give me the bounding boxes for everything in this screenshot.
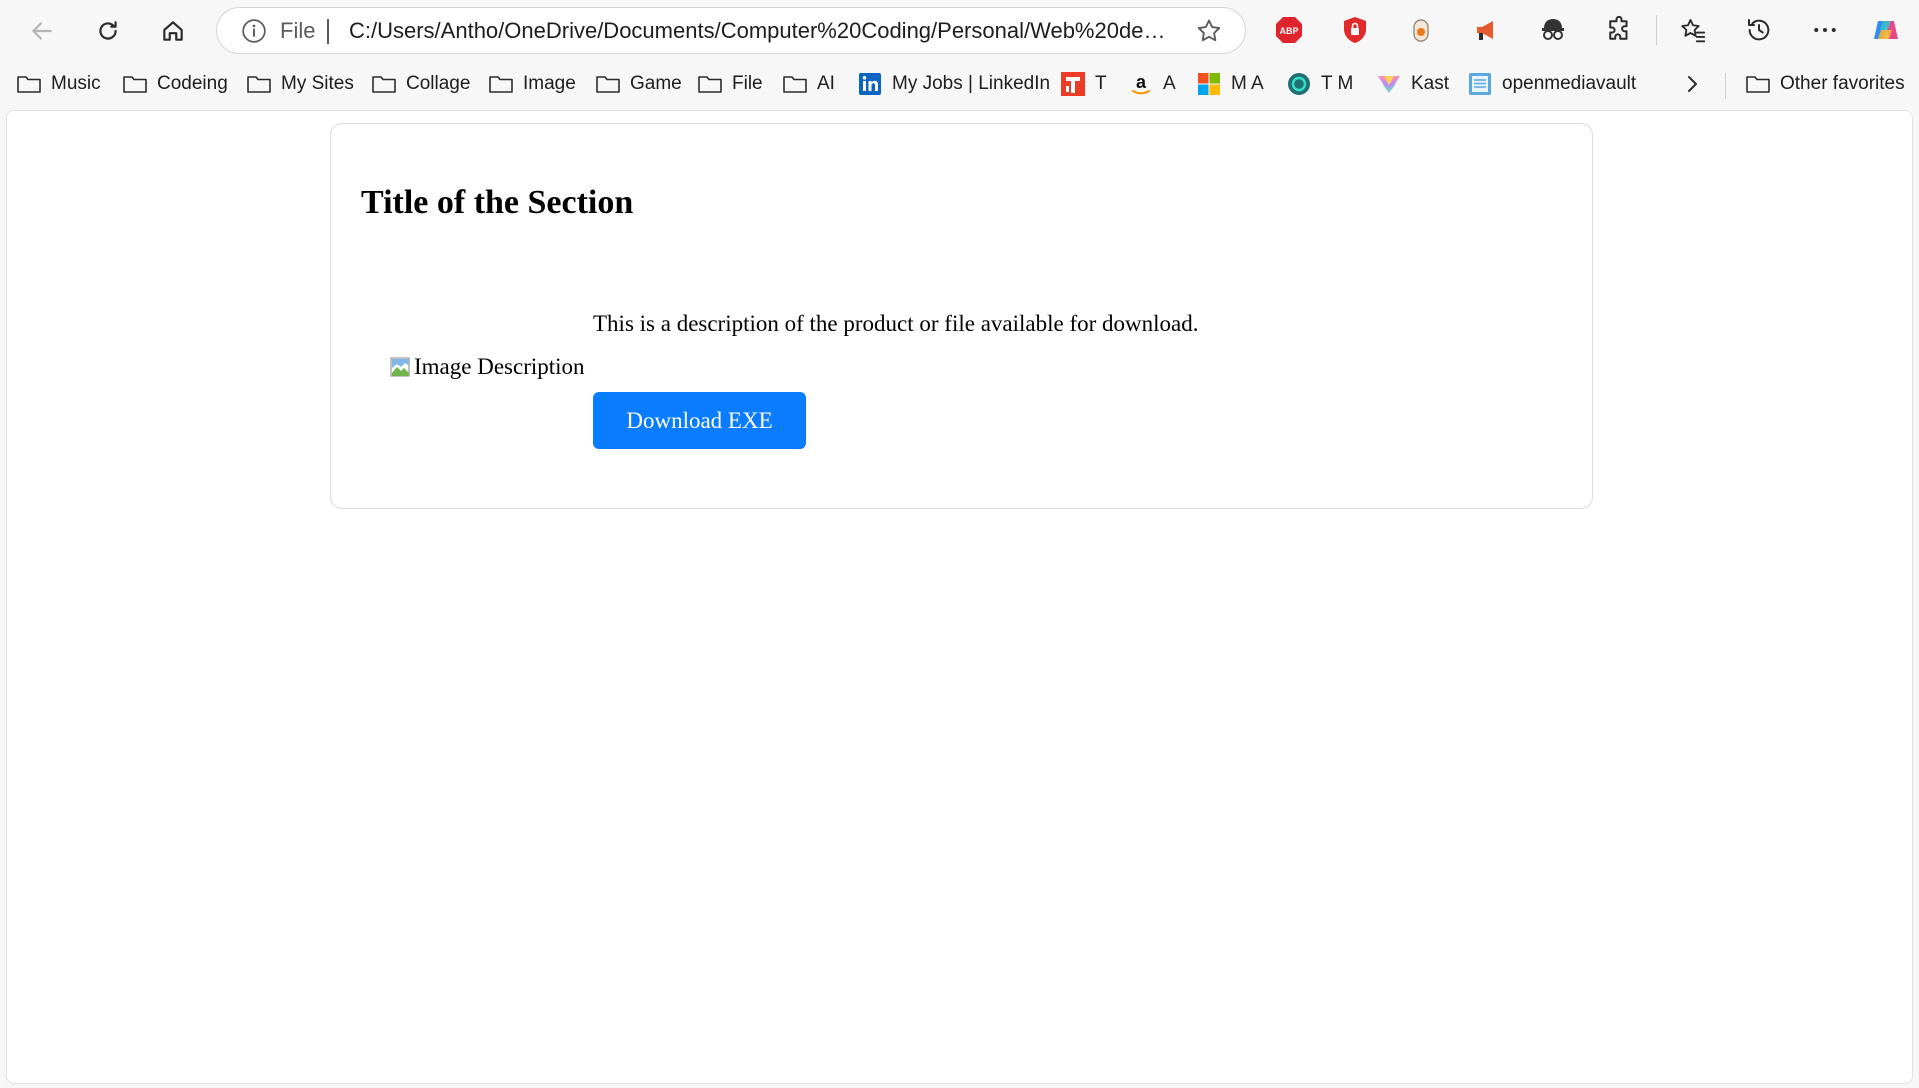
t-logo-icon: [1060, 72, 1086, 96]
home-button[interactable]: [153, 11, 193, 51]
section-card: Title of the Section This is a descripti…: [330, 123, 1593, 509]
favorite-openmediavault[interactable]: openmediavault: [1467, 68, 1636, 100]
linkedin-icon: [857, 72, 883, 96]
spy-extension[interactable]: [1536, 13, 1570, 47]
folder-icon: [782, 72, 808, 96]
more-button[interactable]: [1808, 13, 1842, 47]
favorite-amazon[interactable]: a A: [1128, 68, 1176, 100]
folder-icon: [371, 72, 397, 96]
refresh-button[interactable]: [88, 11, 128, 51]
favorite-label: Image: [523, 73, 576, 94]
broken-image-icon: [390, 357, 410, 377]
folder-icon: [122, 72, 148, 96]
info-icon[interactable]: [241, 18, 267, 44]
folder-icon: [595, 72, 621, 96]
spy-glasses-icon: [1542, 19, 1564, 40]
image-alt-text: Image Description: [414, 354, 585, 379]
toolbar-divider: [1656, 15, 1657, 45]
megaphone-icon: [1477, 21, 1493, 40]
favorite-linkedin[interactable]: My Jobs | LinkedIn: [857, 68, 1050, 100]
favorite-kast[interactable]: Kast: [1376, 68, 1449, 100]
svg-text:a: a: [1136, 72, 1147, 92]
folder-icon: [16, 72, 42, 96]
address-scheme-label: File: [280, 18, 316, 43]
history-button[interactable]: [1742, 13, 1776, 47]
back-arrow-icon: [32, 22, 52, 40]
amazon-icon: a: [1128, 72, 1154, 96]
history-icon: [1748, 19, 1770, 41]
favorite-label: A: [1163, 73, 1176, 94]
favorites-star-icon: [1681, 19, 1706, 43]
favorite-label: Collage: [406, 73, 471, 94]
favorite-game[interactable]: Game: [595, 68, 682, 100]
adblock-label: ABP: [1279, 26, 1298, 36]
favorite-collage[interactable]: Collage: [371, 68, 470, 100]
favorite-microsoft[interactable]: M A: [1196, 68, 1264, 100]
folder-icon: [246, 72, 272, 96]
other-favorites-label: Other favorites: [1780, 73, 1905, 94]
shield-extension[interactable]: [1338, 13, 1372, 47]
chevron-right-icon: [1688, 76, 1697, 92]
refresh-icon: [99, 21, 117, 40]
favorite-codeing[interactable]: Codeing: [122, 68, 228, 100]
favorite-my-sites[interactable]: My Sites: [246, 68, 354, 100]
favorite-music[interactable]: Music: [16, 68, 101, 100]
tm-logo-icon: [1286, 72, 1312, 96]
jar-icon: [1413, 19, 1429, 42]
extensions-button[interactable]: [1602, 13, 1636, 47]
folder-icon: [1745, 72, 1771, 96]
download-button[interactable]: Download EXE: [593, 392, 806, 449]
favorite-t[interactable]: T: [1060, 68, 1107, 100]
favorites-button[interactable]: [1676, 13, 1710, 47]
microsoft-icon: [1196, 72, 1222, 96]
address-url[interactable]: C:/Users/Antho/OneDrive/Documents/Comput…: [349, 18, 1171, 44]
omv-icon: [1467, 72, 1493, 96]
copilot-icon: [1874, 21, 1898, 39]
folder-icon: [488, 72, 514, 96]
favorite-label: Game: [630, 73, 682, 94]
adblock-icon: ABP: [1276, 17, 1302, 43]
address-bar[interactable]: File C:/Users/Antho/OneDrive/Documents/C…: [216, 7, 1246, 54]
other-favorites[interactable]: Other favorites: [1745, 68, 1905, 100]
favorites-bar: Music Codeing My Sites Collage Image Gam…: [0, 61, 1919, 107]
favorite-label: Codeing: [157, 73, 228, 94]
more-dots-icon: [1814, 28, 1836, 32]
section-title: Title of the Section: [361, 184, 634, 221]
shield-lock-icon: [1344, 17, 1366, 43]
favorite-image[interactable]: Image: [488, 68, 576, 100]
megaphone-extension[interactable]: [1470, 13, 1504, 47]
favorite-label: AI: [817, 73, 835, 94]
browser-window: File C:/Users/Antho/OneDrive/Documents/C…: [0, 0, 1919, 1088]
favorite-label: openmediavault: [1502, 73, 1637, 94]
favorite-label: Kast: [1411, 73, 1450, 94]
kast-icon: [1376, 72, 1402, 96]
puzzle-icon: [1609, 15, 1628, 40]
favorite-label: My Sites: [281, 73, 354, 94]
favorite-tm[interactable]: T M: [1286, 68, 1353, 100]
favorite-file[interactable]: File: [697, 68, 763, 100]
browser-toolbar: File C:/Users/Antho/OneDrive/Documents/C…: [0, 0, 1919, 61]
address-divider: [327, 19, 329, 44]
folder-icon: [697, 72, 723, 96]
honey-extension[interactable]: [1404, 13, 1438, 47]
favorite-label: File: [732, 73, 763, 94]
back-button[interactable]: [22, 11, 62, 51]
favorite-label: T: [1095, 73, 1107, 94]
adblock-extension[interactable]: ABP: [1272, 13, 1306, 47]
favorite-label: My Jobs | LinkedIn: [892, 73, 1051, 94]
favorites-overflow-button[interactable]: [1680, 68, 1704, 100]
favorites-divider: [1725, 73, 1726, 99]
page-viewport: Title of the Section This is a descripti…: [6, 110, 1913, 1084]
favorite-label: M A: [1231, 73, 1264, 94]
favorite-label: T M: [1321, 73, 1354, 94]
home-icon: [163, 21, 183, 41]
favorite-label: Music: [51, 73, 101, 94]
product-description: This is a description of the product or …: [593, 311, 1199, 336]
product-image: Image Description: [390, 352, 585, 382]
copilot-button[interactable]: [1869, 13, 1903, 47]
favorite-ai[interactable]: AI: [782, 68, 835, 100]
star-icon[interactable]: [1195, 17, 1223, 45]
